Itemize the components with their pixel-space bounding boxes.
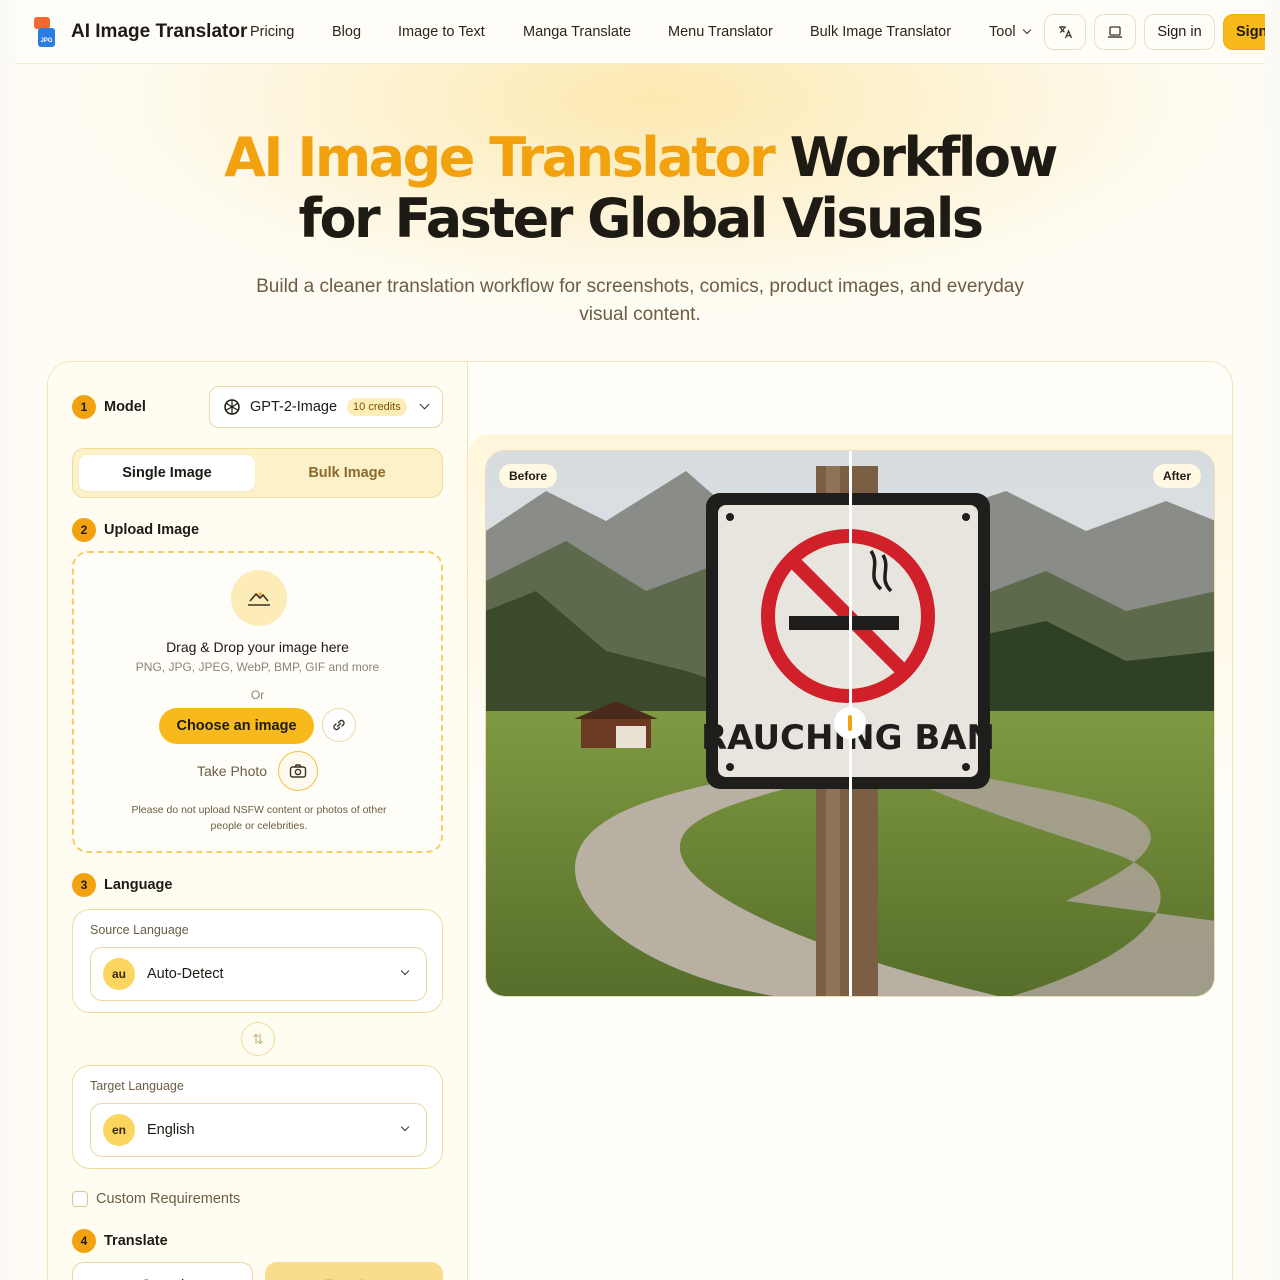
nav-blog[interactable]: Blog	[332, 24, 361, 40]
step-label: Upload Image	[104, 522, 200, 538]
chevron-down-icon	[400, 1122, 410, 1132]
nav-bulk-image-translator[interactable]: Bulk Image Translator	[810, 24, 951, 40]
source-language-value: Auto-Detect	[147, 966, 224, 982]
laptop-icon	[1108, 26, 1122, 38]
step-number: 3	[72, 873, 96, 897]
step-label: Language	[104, 877, 173, 893]
app-logo-icon: JPG	[33, 16, 57, 48]
choose-image-button[interactable]: Choose an image	[159, 708, 314, 744]
target-language-select[interactable]: en English	[90, 1103, 427, 1157]
translate-button[interactable]: Translate	[265, 1262, 443, 1280]
language-code-badge: en	[103, 1114, 135, 1146]
upload-formats: PNG, JPG, JPEG, WebP, BMP, GIF and more	[135, 660, 380, 674]
source-language-caption: Source Language	[90, 923, 189, 937]
tab-bulk-image[interactable]: Bulk Image	[259, 455, 435, 491]
hero-subtitle: Build a cleaner translation workflow for…	[256, 276, 1024, 325]
nav-pricing[interactable]: Pricing	[250, 24, 294, 40]
translate-icon	[1059, 26, 1073, 39]
hero-title-line1: AI Image Translator Workflow	[224, 126, 1058, 189]
upload-note: Please do not upload NSFW content or pho…	[131, 804, 387, 832]
link-icon	[333, 719, 345, 731]
brand-name: AI Image Translator	[71, 21, 248, 42]
cancel-button[interactable]: Cancel	[72, 1262, 253, 1280]
source-language-select[interactable]: au Auto-Detect	[90, 947, 427, 1001]
credits-badge: 10 credits	[347, 398, 407, 416]
step-label: Model	[104, 399, 146, 415]
take-photo-button[interactable]	[278, 751, 318, 791]
upload-or: Or	[250, 688, 265, 702]
target-language-card: Target Language en English	[72, 1065, 443, 1169]
theme-toggle-button[interactable]	[1094, 14, 1136, 50]
target-language-value: English	[147, 1122, 195, 1138]
step-model: 1 Model	[72, 395, 146, 419]
before-badge: Before	[499, 464, 558, 488]
model-select[interactable]: GPT-2-Image 10 credits	[209, 386, 443, 428]
language-switch-button[interactable]	[1044, 14, 1086, 50]
settings-panel: 1 Model GPT-2-Image 10 credits Single Im…	[48, 362, 468, 1280]
upload-title: Drag & Drop your image here	[166, 639, 349, 655]
nav-tool-dropdown[interactable]: Tool	[989, 24, 1031, 40]
nav-manga-translate[interactable]: Manga Translate	[523, 24, 631, 40]
mode-tabs: Single Image Bulk Image	[72, 448, 443, 498]
nav-image-to-text[interactable]: Image to Text	[398, 24, 485, 40]
brand-logo[interactable]: JPG AI Image Translator	[33, 16, 247, 48]
custom-requirements-label: Custom Requirements	[96, 1191, 241, 1207]
chevron-down-icon	[1022, 25, 1031, 35]
step-upload: 2 Upload Image	[72, 518, 199, 542]
step-number: 1	[72, 395, 96, 419]
nav-menu-translator[interactable]: Menu Translator	[668, 24, 773, 40]
sign-up-button[interactable]: Sign	[1223, 14, 1265, 50]
model-name: GPT-2-Image	[250, 399, 338, 415]
top-header: JPG AI Image Translator Pricing Blog Ima…	[15, 0, 1265, 64]
step-translate: 4 Translate	[72, 1229, 168, 1253]
custom-requirements-checkbox[interactable]	[72, 1191, 88, 1207]
openai-icon	[224, 399, 240, 415]
hero-title-line2: for Faster Global Visuals	[298, 187, 984, 250]
language-code-badge: au	[103, 958, 135, 990]
swap-languages-button[interactable]: ⇅	[241, 1022, 275, 1056]
chevron-down-icon	[419, 399, 430, 409]
upload-dropzone[interactable]: Drag & Drop your image here PNG, JPG, JP…	[72, 551, 443, 853]
target-language-caption: Target Language	[90, 1079, 184, 1093]
source-language-card: Source Language au Auto-Detect	[72, 909, 443, 1013]
custom-requirements-row[interactable]: Custom Requirements	[72, 1191, 240, 1207]
take-photo-label: Take Photo	[197, 763, 268, 779]
image-upload-icon	[231, 570, 287, 626]
sign-in-button[interactable]: Sign in	[1144, 14, 1215, 50]
chevron-down-icon	[400, 966, 410, 976]
compare-slider-handle[interactable]	[834, 707, 866, 739]
tab-single-image[interactable]: Single Image	[79, 455, 255, 491]
before-after-compare[interactable]: RAUCHING BAN Before After	[485, 450, 1215, 997]
swap-icon: ⇅	[252, 1030, 264, 1047]
after-badge: After	[1152, 464, 1201, 488]
camera-icon	[289, 764, 307, 778]
step-label: Translate	[104, 1233, 168, 1249]
paste-link-button[interactable]	[322, 708, 356, 742]
step-number: 4	[72, 1229, 96, 1253]
step-language: 3 Language	[72, 873, 172, 897]
step-number: 2	[72, 518, 96, 542]
